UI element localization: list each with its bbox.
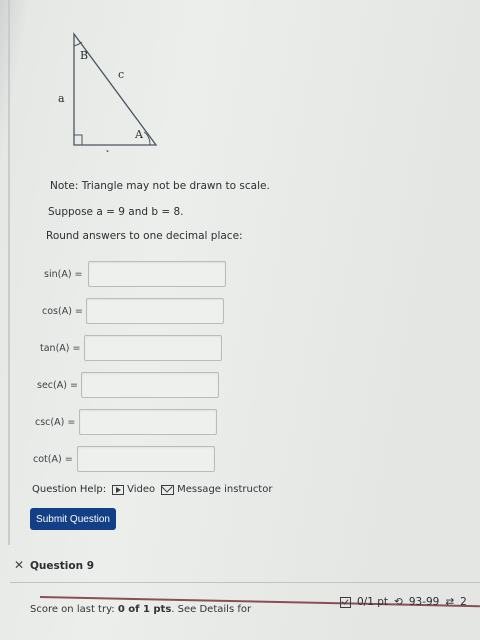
- score-prefix: Score on last try:: [30, 604, 118, 615]
- label-side-c: c: [118, 68, 124, 81]
- cos-input[interactable]: [86, 298, 224, 324]
- retries-value: 2: [460, 596, 467, 608]
- cot-input[interactable]: [77, 446, 215, 472]
- label-vertex-b: B: [80, 49, 88, 62]
- given-values: Suppose a = 9 and b = 8.: [48, 206, 184, 218]
- score-footer: Score on last try: 0 of 1 pts. See Detai…: [30, 596, 480, 640]
- sec-label: sec(A) =: [37, 379, 78, 391]
- tan-input[interactable]: [84, 335, 222, 361]
- tan-row: tan(A) =: [40, 335, 222, 361]
- message-instructor-label: Message instructor: [177, 484, 273, 495]
- question-stats: 0/1 pt ⟲ 93-99 ⇄ 2: [340, 596, 467, 608]
- points-value: 0/1 pt: [357, 596, 389, 608]
- question-help: Question Help: Video Message instructor: [32, 484, 272, 495]
- attempts-value: 93-99: [408, 596, 440, 608]
- label-vertex-a: A: [134, 128, 144, 141]
- video-link[interactable]: Video: [112, 484, 155, 495]
- sec-input[interactable]: [81, 372, 219, 398]
- question-page: B c a A b Note: Triangle may not be draw…: [0, 0, 480, 640]
- score-value: 0 of 1 pts: [117, 604, 172, 615]
- label-side-b: b: [106, 149, 113, 152]
- history-icon: ⟲: [394, 596, 403, 608]
- right-triangle-figure: B c a A b: [58, 32, 158, 152]
- close-icon[interactable]: ✕: [14, 558, 24, 572]
- video-link-label: Video: [127, 484, 156, 495]
- tan-label: tan(A) =: [40, 342, 81, 354]
- right-angle-mark: [74, 134, 83, 145]
- cot-row: cot(A) =: [33, 446, 215, 472]
- scale-note: Note: Triangle may not be drawn to scale…: [50, 180, 270, 192]
- csc-input[interactable]: [79, 409, 217, 435]
- help-label: Question Help:: [32, 484, 107, 495]
- score-suffix[interactable]: . See Details for: [171, 604, 251, 615]
- message-instructor-link[interactable]: Message instructor: [161, 484, 272, 495]
- angle-a-arc: [143, 131, 151, 146]
- cot-label: cot(A) =: [33, 453, 73, 465]
- cos-row: cos(A) =: [42, 298, 224, 324]
- left-border: [8, 0, 10, 545]
- csc-label: csc(A) =: [35, 416, 76, 428]
- video-icon: [112, 484, 125, 495]
- retry-icon: ⇄: [445, 596, 455, 608]
- sin-input[interactable]: [88, 261, 226, 287]
- cos-label: cos(A) =: [42, 305, 83, 317]
- sin-label: sin(A) =: [44, 268, 83, 280]
- divider: [10, 582, 480, 583]
- label-side-a: a: [58, 92, 65, 105]
- rounding-instruction: Round answers to one decimal place:: [46, 230, 243, 242]
- score-text: Score on last try: 0 of 1 pts. See Detai…: [30, 604, 251, 615]
- question-9-title: Question 9: [30, 560, 95, 572]
- sec-row: sec(A) =: [37, 372, 219, 398]
- submit-question-button[interactable]: Submit Question: [30, 508, 116, 530]
- csc-row: csc(A) =: [35, 409, 217, 435]
- sin-row: sin(A) =: [44, 261, 226, 287]
- envelope-icon: [161, 484, 175, 495]
- check-icon: [340, 596, 351, 608]
